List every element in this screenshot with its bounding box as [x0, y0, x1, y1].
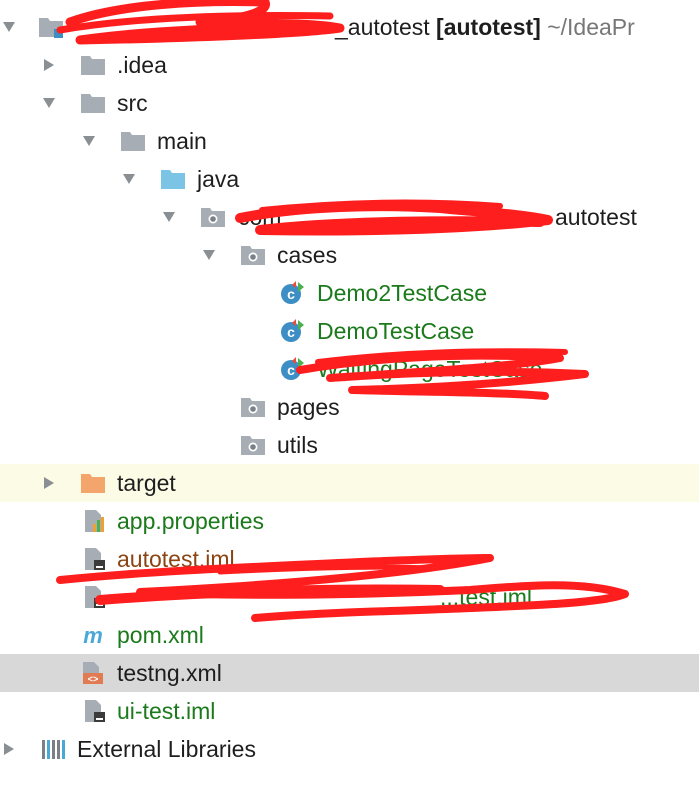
class-demo-label: DemoTestCase: [317, 318, 475, 344]
tree-row-app-properties[interactable]: app.properties: [0, 502, 699, 540]
root-path: ~/IdeaPr: [547, 14, 635, 40]
maven-icon: [80, 623, 106, 647]
main-label: main: [157, 128, 207, 154]
tree-row-external-libraries[interactable]: External Libraries: [0, 730, 699, 768]
iml-file-icon: [82, 585, 108, 609]
package-icon: [200, 205, 226, 229]
tree-row-target[interactable]: target: [0, 464, 699, 502]
folder-icon: [80, 53, 106, 77]
package-icon: [240, 395, 266, 419]
tree-row-idea[interactable]: .idea: [0, 46, 699, 84]
class-waiting-label: WaitingPageTestCase: [317, 356, 543, 382]
cases-label: cases: [277, 242, 338, 268]
pages-label: pages: [277, 394, 340, 420]
tree-row-autotest-iml[interactable]: autotest.iml: [0, 540, 699, 578]
root-label: _autotest [autotest] ~/IdeaPr: [335, 14, 635, 40]
test-class-icon: [280, 357, 306, 381]
tree-row-class-demo2[interactable]: Demo2TestCase: [0, 274, 699, 312]
app-properties-label: app.properties: [117, 508, 265, 534]
root-name-suffix: _autotest: [335, 14, 430, 40]
tree-row-class-waiting[interactable]: WaitingPageTestCase: [0, 350, 699, 388]
tree-row-package[interactable]: com autotest: [0, 198, 699, 236]
chevron-down-icon[interactable]: [122, 172, 136, 186]
chevron-down-icon[interactable]: [82, 134, 96, 148]
src-label: src: [117, 90, 148, 116]
folder-icon: [80, 91, 106, 115]
source-folder-icon: [160, 167, 186, 191]
test-class-icon: [280, 281, 306, 305]
iml-file-icon: [82, 547, 108, 571]
class-demo2-label: Demo2TestCase: [317, 280, 488, 306]
package-suffix: autotest: [555, 204, 637, 230]
tree-row-pom[interactable]: pom.xml: [0, 616, 699, 654]
tree-row-hidden-iml[interactable]: ...test.iml: [0, 578, 699, 616]
tree-row-ui-test-iml[interactable]: ui-test.iml: [0, 692, 699, 730]
external-libraries-label: External Libraries: [77, 736, 256, 762]
chevron-down-icon[interactable]: [2, 20, 16, 34]
package-icon: [240, 433, 266, 457]
tree-row-src[interactable]: src: [0, 84, 699, 122]
testng-label: testng.xml: [117, 660, 222, 686]
chevron-down-icon[interactable]: [162, 210, 176, 224]
tree-row-root[interactable]: _autotest [autotest] ~/IdeaPr: [0, 8, 699, 46]
iml-file-icon: [82, 699, 108, 723]
tree-row-main[interactable]: main: [0, 122, 699, 160]
ui-test-iml-label: ui-test.iml: [117, 698, 216, 724]
target-label: target: [117, 470, 176, 496]
tree-row-testng[interactable]: testng.xml: [0, 654, 699, 692]
package-prefix: com: [238, 204, 282, 230]
root-module: [autotest]: [436, 14, 541, 40]
tree-row-cases[interactable]: cases: [0, 236, 699, 274]
chevron-right-icon[interactable]: [2, 742, 16, 756]
properties-file-icon: [82, 509, 108, 533]
hidden-iml-label: ...test.iml: [440, 584, 533, 610]
chevron-down-icon[interactable]: [42, 96, 56, 110]
tree-row-pages[interactable]: pages: [0, 388, 699, 426]
module-folder-icon: [38, 15, 64, 39]
folder-icon: [120, 129, 146, 153]
tree-row-utils[interactable]: utils: [0, 426, 699, 464]
autotest-iml-label: autotest.iml: [117, 546, 235, 572]
package-icon: [240, 243, 266, 267]
tree-row-java[interactable]: java: [0, 160, 699, 198]
idea-label: .idea: [117, 52, 167, 78]
pom-label: pom.xml: [117, 622, 204, 648]
java-label: java: [197, 166, 240, 192]
chevron-right-icon[interactable]: [42, 58, 56, 72]
chevron-right-icon[interactable]: [42, 476, 56, 490]
chevron-down-icon[interactable]: [202, 248, 216, 262]
xml-file-icon: [80, 661, 106, 685]
test-class-icon: [280, 319, 306, 343]
excluded-folder-icon: [80, 471, 106, 495]
utils-label: utils: [277, 432, 318, 458]
libraries-icon: [40, 737, 66, 761]
tree-row-class-demo[interactable]: DemoTestCase: [0, 312, 699, 350]
